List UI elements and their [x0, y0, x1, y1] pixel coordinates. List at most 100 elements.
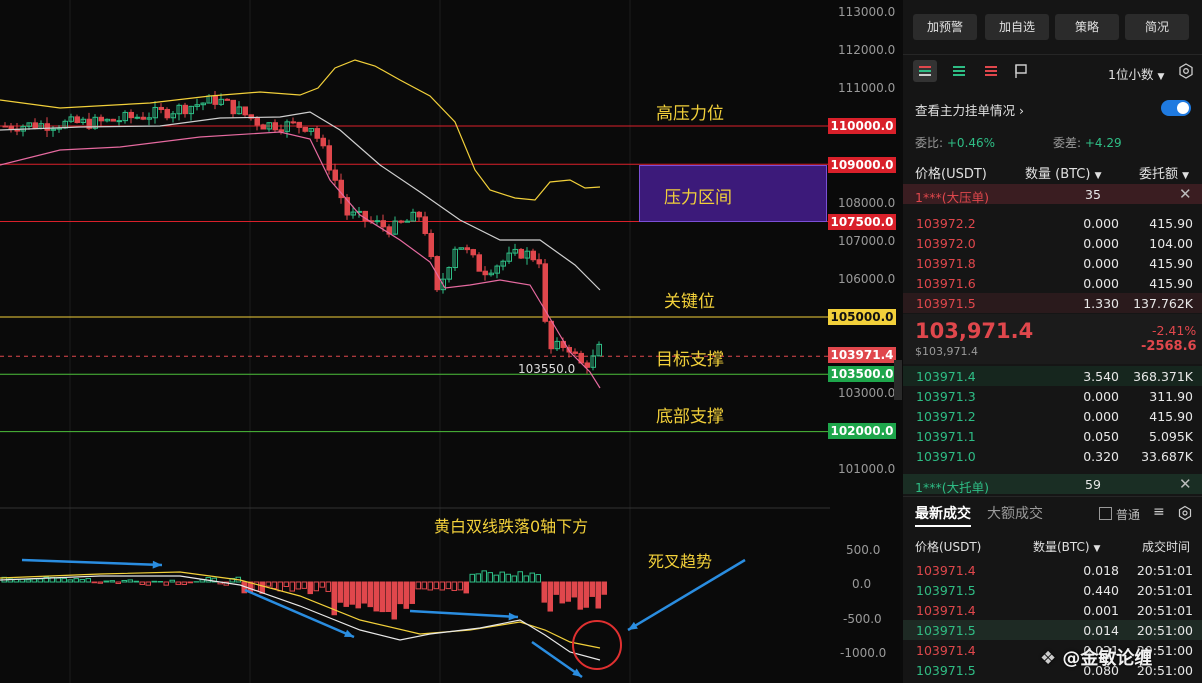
main-orders-link[interactable]: 查看主力挂单情况 › — [915, 100, 1024, 119]
axis-label: 103000.0 — [838, 386, 896, 400]
macd-bar — [343, 581, 349, 607]
big-ask-row[interactable]: 1***(大压单) 35 ✕ — [903, 184, 1202, 205]
low-price-label: 103550.0 — [518, 362, 576, 376]
macd-bar — [313, 581, 319, 592]
cell: 20:51:01 — [1136, 583, 1193, 598]
macd-bar — [97, 581, 103, 584]
macd-bar — [523, 575, 529, 583]
strategy-button[interactable]: 策略 — [1055, 14, 1119, 40]
price-tag-103500: 103500.0 — [828, 366, 896, 382]
macd-bar — [145, 581, 151, 586]
macd-bar — [337, 581, 343, 603]
macd-bar — [583, 581, 589, 608]
bid-row[interactable]: 103971.3 0.000 311.90 — [903, 386, 1202, 406]
view-both-icon[interactable] — [913, 60, 937, 82]
normal-checkbox[interactable] — [1099, 507, 1112, 520]
ask-row[interactable]: 103972.0 0.000 104.00 — [903, 233, 1202, 253]
cell: 103971.1 — [916, 429, 976, 444]
macd-bar — [589, 581, 595, 597]
bid-row[interactable]: 103971.0 0.320 33.687K — [903, 446, 1202, 466]
cell: 103971.2 — [916, 409, 976, 424]
view-bids-icon[interactable] — [947, 60, 971, 82]
death-cross-circle — [572, 620, 622, 670]
cell: 5.095K — [1149, 429, 1193, 444]
trade-row: 103971.4 0.001 20:51:01 — [903, 600, 1202, 620]
macd-bar — [283, 581, 289, 588]
cell: 20:51:01 — [1136, 563, 1193, 578]
macd-bar — [79, 579, 85, 583]
macd-bar — [379, 581, 385, 613]
price-tag-102000: 102000.0 — [828, 423, 896, 439]
axis-label: 113000.0 — [838, 5, 896, 19]
ask-row[interactable]: 103971.6 0.000 415.90 — [903, 273, 1202, 293]
ask-row[interactable]: 103971.5 1.330 137.762K — [903, 293, 1202, 313]
lower-band — [0, 131, 601, 389]
trade-row: 103971.5 0.440 20:51:01 — [903, 580, 1202, 600]
macd-bar — [181, 581, 187, 585]
ask-row[interactable]: 103971.8 0.000 415.90 — [903, 253, 1202, 273]
bid-row[interactable]: 103971.4 3.540 368.371K — [903, 366, 1202, 386]
filter-icon[interactable]: ≡ — [1153, 504, 1165, 520]
candle-body — [518, 248, 524, 259]
axis-label: 108000.0 — [838, 196, 896, 210]
axis-label: 106000.0 — [838, 272, 896, 286]
qty-column-header[interactable]: 数量 (BTC) ▼ — [1025, 163, 1102, 182]
candle-body — [296, 121, 302, 128]
last-price-block: 103,971.4 $103,971.4 -2.41% -2568.6 — [903, 314, 1202, 364]
macd-bar — [73, 578, 79, 583]
tab-latest-trades[interactable]: 最新成交 — [915, 503, 971, 523]
bottom-support-label: 底部支撑 — [656, 407, 724, 427]
cell: 368.371K — [1133, 369, 1193, 384]
macd-bar — [445, 581, 451, 590]
macd-bar — [109, 580, 115, 583]
cell: 103971.3 — [916, 389, 976, 404]
macd-bar — [487, 572, 493, 583]
candle-body — [44, 123, 50, 131]
add-alert-button[interactable]: 加预警 — [913, 14, 977, 40]
macd-bar — [427, 581, 433, 591]
chart-canvas[interactable] — [0, 0, 900, 683]
main-orders-toggle[interactable] — [1161, 100, 1191, 116]
candle-body — [98, 116, 104, 122]
overview-button[interactable]: 简况 — [1125, 14, 1189, 40]
trade-qty-header[interactable]: 数量(BTC) ▼ — [1033, 538, 1100, 555]
cell: 20:51:00 — [1136, 623, 1193, 638]
candle-body — [572, 351, 578, 354]
macd-bar — [295, 581, 301, 590]
panel-resize-handle[interactable] — [894, 360, 902, 400]
settings-icon[interactable] — [1177, 505, 1193, 521]
candle-body — [470, 249, 476, 256]
commission-ratio: 委比: +0.46% — [915, 136, 996, 150]
close-icon[interactable]: ✕ — [1179, 475, 1192, 493]
candle-body — [182, 104, 188, 115]
macd-bar — [55, 577, 61, 583]
amount-column-header[interactable]: 委托额 ▼ — [1139, 163, 1189, 182]
flag-icon[interactable] — [1009, 60, 1033, 82]
view-asks-icon[interactable] — [979, 60, 1003, 82]
cell: 103971.4 — [916, 563, 976, 578]
close-icon[interactable]: ✕ — [1179, 185, 1192, 203]
cell: 103972.2 — [916, 216, 976, 231]
add-favorite-button[interactable]: 加自选 — [985, 14, 1049, 40]
bid-row[interactable]: 103971.1 0.050 5.095K — [903, 426, 1202, 446]
cell: 103971.4 — [916, 603, 976, 618]
macd-bar — [37, 578, 43, 583]
chart-area[interactable]: 113000.0 112000.0 111000.0 108000.0 1070… — [0, 0, 900, 683]
big-bid-row[interactable]: 1***(大托单) 59 ✕ — [903, 474, 1202, 495]
tab-large-trades[interactable]: 大额成交 — [987, 503, 1043, 523]
bid-row[interactable]: 103971.2 0.000 415.90 — [903, 406, 1202, 426]
candle-body — [290, 121, 296, 124]
candle-body — [224, 98, 230, 101]
macd-bar — [511, 575, 517, 583]
settings-icon[interactable] — [1177, 62, 1195, 80]
candle-body — [32, 122, 38, 129]
decimal-select[interactable]: 1位小数 ▼ — [1108, 64, 1164, 83]
ask-row[interactable]: 103972.2 0.000 415.90 — [903, 213, 1202, 233]
macd-bar — [187, 581, 193, 584]
price-tag-107500: 107500.0 — [828, 214, 896, 230]
price-tag-105000: 105000.0 — [828, 309, 896, 325]
candle-body — [272, 122, 278, 131]
candle-body — [212, 95, 218, 105]
cell: 103971.8 — [916, 256, 976, 271]
macd-bar — [31, 578, 37, 583]
